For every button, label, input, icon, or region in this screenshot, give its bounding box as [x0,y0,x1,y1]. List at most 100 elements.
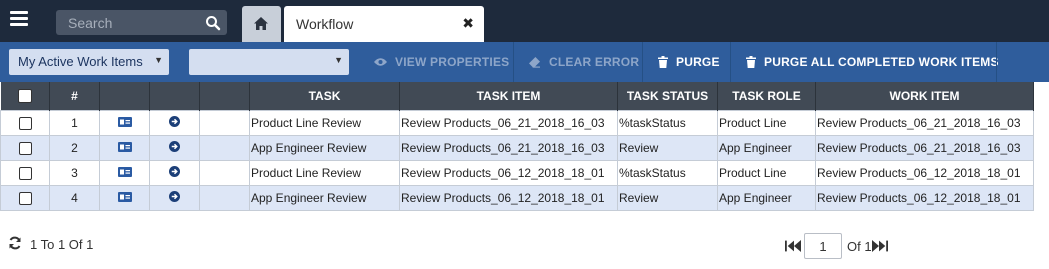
details-cell [99,109,150,136]
toolbar-divider [996,42,997,82]
open-cell [149,134,200,161]
search-icon[interactable] [205,15,221,31]
secondary-select[interactable]: ▼ [189,49,349,75]
last-page-button[interactable] [878,240,888,252]
id-card-icon[interactable] [117,191,132,202]
work-item-cell: Review Products_06_21_2018_16_03 [815,109,1034,136]
next-page-button[interactable] [871,240,879,252]
work-item-cell: Review Products_06_12_2018_18_01 [815,184,1034,211]
arrow-circle-right-icon[interactable] [169,190,180,202]
task-item-cell: Review Products_06_12_2018_18_01 [399,184,618,211]
row-checkbox[interactable] [18,141,32,155]
eye-icon [374,58,387,66]
task-status-cell: Review [617,184,718,211]
details-cell [99,159,150,186]
task-item-cell: Review Products_06_12_2018_18_01 [399,159,618,186]
toolbar: My Active Work Items ▼ ▼ VIEW PROPERTIES… [0,42,1049,82]
row-select-cell [0,134,50,161]
close-tab-icon[interactable]: ✖ [462,15,474,32]
table-row[interactable]: 3 Product Line Review Review Products_06… [0,159,1034,186]
arrow-circle-right-icon[interactable] [169,140,180,152]
toolbar-divider [642,42,643,82]
task-cell: Product Line Review [249,109,400,136]
row-number: 2 [49,134,100,161]
row-number: 1 [49,109,100,136]
table-row[interactable]: 1 Product Line Review Review Products_06… [0,109,1034,136]
page-total-text: Of 1 [847,238,872,254]
task-item-cell: Review Products_06_21_2018_16_03 [399,109,618,136]
hamburger-menu-icon[interactable] [10,11,28,27]
table-row[interactable]: 2 App Engineer Review Review Products_06… [0,134,1034,161]
purge-all-completed-label: PURGE ALL COMPLETED WORK ITEMS [764,55,999,69]
column-header-task-role[interactable]: TASK ROLE [717,82,816,110]
id-card-icon[interactable] [117,166,132,177]
row-checkbox[interactable] [18,191,32,205]
purge-label: PURGE [676,55,720,69]
open-cell [149,159,200,186]
previous-page-button[interactable] [794,240,801,252]
toolbar-divider [730,42,731,82]
view-properties-button[interactable]: VIEW PROPERTIES [374,42,509,82]
record-range-text: 1 To 1 Of 1 [30,237,94,252]
task-role-cell: Product Line [717,159,816,186]
table-row[interactable]: 4 App Engineer Review Review Products_06… [0,184,1034,211]
trash-icon [746,56,756,68]
id-card-icon[interactable] [117,141,132,152]
column-header-blank [99,82,150,110]
blank-cell [199,159,250,186]
arrow-circle-right-icon[interactable] [169,115,180,127]
first-page-icon [785,240,794,252]
task-cell: Product Line Review [249,159,400,186]
column-header-blank [199,82,250,110]
blank-cell [199,184,250,211]
top-bar: Workflow ✖ [0,0,1049,42]
task-status-cell: Review [617,134,718,161]
column-header-number[interactable]: # [49,82,100,110]
tab-workflow[interactable]: Workflow ✖ [284,6,484,42]
toolbar-divider [513,42,514,82]
purge-all-completed-button[interactable]: PURGE ALL COMPLETED WORK ITEMS [746,42,999,82]
dropdown-arrow-icon: ▼ [334,55,343,65]
column-header-task-status[interactable]: TASK STATUS [617,82,718,110]
view-properties-label: VIEW PROPERTIES [395,55,510,69]
row-select-cell [0,159,50,186]
previous-page-icon [794,240,801,252]
tab-workflow-label: Workflow [296,16,354,32]
next-page-icon [871,240,879,252]
work-item-cell: Review Products_06_12_2018_18_01 [815,159,1034,186]
open-cell [149,184,200,211]
column-header-blank [149,82,200,110]
column-header-task-item[interactable]: TASK ITEM [399,82,618,110]
work-item-cell: Review Products_06_21_2018_16_03 [815,134,1034,161]
last-page-icon [878,240,888,252]
table-header-row: # TASK TASK ITEM TASK STATUS TASK ROLE W… [0,82,1034,110]
row-select-cell [0,184,50,211]
column-header-work-item[interactable]: WORK ITEM [815,82,1034,110]
trash-icon [658,56,668,68]
page-number-input[interactable] [804,233,842,259]
task-status-cell: %taskStatus [617,159,718,186]
work-items-filter-select[interactable]: My Active Work Items ▼ [9,49,169,75]
work-items-filter-value: My Active Work Items [18,54,143,69]
dropdown-arrow-icon: ▼ [154,55,163,65]
row-checkbox[interactable] [18,166,32,180]
purge-button[interactable]: PURGE [658,42,720,82]
search-input[interactable] [56,10,196,35]
blank-cell [199,109,250,136]
row-number: 4 [49,184,100,211]
column-header-task[interactable]: TASK [249,82,400,110]
select-all-checkbox[interactable] [17,89,32,104]
arrow-circle-right-icon[interactable] [169,165,180,177]
row-checkbox[interactable] [18,116,32,130]
blank-cell [199,134,250,161]
home-icon [254,17,268,30]
task-status-cell: %taskStatus [617,109,718,136]
id-card-icon[interactable] [117,116,132,127]
clear-error-button[interactable]: CLEAR ERROR [528,42,639,82]
task-item-cell: Review Products_06_21_2018_16_03 [399,134,618,161]
refresh-icon[interactable] [8,236,22,250]
first-page-button[interactable] [785,240,794,252]
clear-error-label: CLEAR ERROR [549,55,640,69]
home-tab[interactable] [242,6,281,42]
row-number: 3 [49,159,100,186]
